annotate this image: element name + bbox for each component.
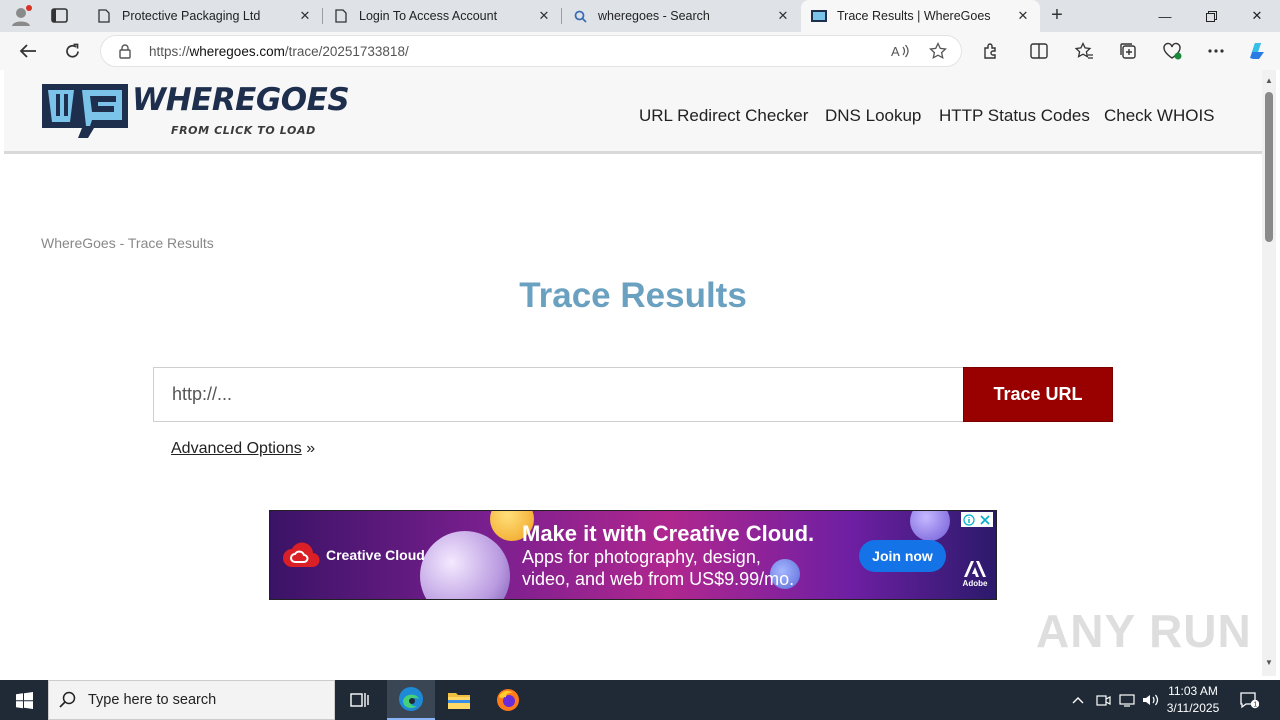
favorites-icon[interactable]	[1073, 40, 1095, 62]
taskbar-search-box[interactable]: Type here to search	[48, 680, 335, 720]
trace-url-input[interactable]: http://...	[153, 367, 964, 422]
back-arrow-icon[interactable]	[17, 40, 39, 62]
close-tab-icon[interactable]: ✕	[776, 9, 790, 23]
svg-text:A: A	[891, 44, 900, 59]
page-viewport: WHEREGOES FROM CLICK TO LOAD URL Redirec…	[4, 70, 1262, 676]
ad-subline-1: Apps for photography, design,	[522, 547, 761, 567]
taskbar-search-placeholder: Type here to search	[88, 692, 217, 708]
tab-strip: Protective Packaging Ltd ✕ Login To Acce…	[0, 0, 1280, 32]
logo-tagline: FROM CLICK TO LOAD	[171, 124, 316, 137]
wheregoes-favicon-icon	[811, 8, 827, 24]
logo-wordmark[interactable]: WHEREGOES	[132, 82, 350, 118]
scroll-down-arrow-icon[interactable]: ▼	[1264, 658, 1274, 668]
ad-close-icon[interactable]	[977, 512, 993, 527]
nav-url-redirect-checker[interactable]: URL Redirect Checker	[639, 106, 808, 126]
url-prefix: https://	[149, 44, 190, 59]
lock-icon[interactable]	[117, 43, 133, 59]
restore-icon[interactable]	[1188, 0, 1234, 32]
notifications-icon[interactable]: 1	[1234, 680, 1264, 720]
close-tab-icon[interactable]: ✕	[298, 9, 312, 23]
url-path: /trace/20251733818/	[284, 44, 409, 59]
windows-start-icon[interactable]	[0, 680, 48, 720]
favorite-star-icon[interactable]	[927, 40, 949, 62]
ad-headline: Make it with Creative Cloud.	[522, 521, 815, 546]
volume-icon[interactable]	[1140, 680, 1162, 720]
ad-subline-2: video, and web from US$9.99/mo.	[522, 569, 795, 589]
browser-toolbar: https://wheregoes.com/trace/20251733818/…	[0, 32, 1280, 70]
ad-info-icon[interactable]	[961, 512, 977, 527]
show-hidden-icons-icon[interactable]	[1068, 680, 1088, 720]
edge-browser-icon[interactable]	[387, 680, 435, 720]
firefox-icon[interactable]	[484, 680, 532, 720]
page-title: Trace Results	[519, 276, 747, 315]
page-icon	[96, 8, 112, 24]
ad-choices[interactable]	[961, 512, 993, 527]
split-screen-icon[interactable]	[1028, 40, 1050, 62]
adobe-label: Adobe	[962, 579, 988, 588]
windows-taskbar: Type here to search 11:03 AM 3/11/2025 1	[0, 680, 1280, 720]
clock-date: 3/11/2025	[1166, 701, 1220, 715]
clock-time: 11:03 AM	[1168, 684, 1218, 698]
ad-join-now-button[interactable]: Join now	[859, 540, 946, 572]
refresh-icon[interactable]	[61, 40, 83, 62]
url-domain: wheregoes.com	[189, 44, 285, 59]
meet-now-icon[interactable]	[1092, 680, 1114, 720]
tab-trace-results[interactable]: Trace Results | WhereGoes ✕	[801, 0, 1040, 32]
url-text[interactable]: https://wheregoes.com/trace/20251733818/	[149, 44, 409, 59]
advanced-options: Advanced Options »	[171, 440, 315, 458]
more-menu-icon[interactable]	[1205, 40, 1227, 62]
tab-search[interactable]: wheregoes - Search ✕	[562, 0, 800, 32]
ad-planet-graphic	[910, 511, 950, 541]
scroll-up-arrow-icon[interactable]: ▲	[1264, 76, 1274, 86]
task-view-icon[interactable]	[336, 680, 384, 720]
page-scrollbar[interactable]: ▲ ▼	[1262, 70, 1276, 676]
creative-cloud-ad-banner[interactable]: Creative Cloud Make it with Creative Clo…	[269, 510, 997, 600]
file-explorer-icon[interactable]	[435, 680, 483, 720]
tab-title: Trace Results | WhereGoes	[837, 9, 991, 23]
close-window-icon[interactable]: ✕	[1234, 0, 1280, 32]
search-icon	[572, 8, 588, 24]
scrollbar-thumb[interactable]	[1265, 92, 1273, 242]
tab-protective-packaging[interactable]: Protective Packaging Ltd ✕	[86, 0, 322, 32]
nav-check-whois[interactable]: Check WHOIS	[1104, 106, 1215, 126]
search-icon	[59, 691, 76, 708]
creative-cloud-logo-icon	[283, 542, 320, 568]
nav-http-status-codes[interactable]: HTTP Status Codes	[939, 106, 1090, 126]
trace-url-button[interactable]: Trace URL	[963, 367, 1113, 422]
tab-actions-icon[interactable]	[50, 7, 70, 25]
advanced-options-link[interactable]: Advanced Options	[171, 440, 302, 457]
advanced-options-chevron: »	[301, 440, 316, 457]
copilot-icon[interactable]	[1246, 40, 1268, 62]
close-tab-icon[interactable]: ✕	[537, 9, 551, 23]
ad-planet-graphic	[420, 531, 510, 599]
nav-dns-lookup[interactable]: DNS Lookup	[825, 106, 921, 126]
tab-login[interactable]: Login To Access Account ✕	[323, 0, 561, 32]
tab-title: Protective Packaging Ltd	[122, 9, 261, 23]
new-tab-icon[interactable]: +	[1047, 5, 1067, 26]
profile-avatar-icon[interactable]	[10, 5, 32, 27]
site-header: WHEREGOES FROM CLICK TO LOAD URL Redirec…	[4, 70, 1262, 154]
adobe-logo-icon: Adobe	[960, 561, 990, 591]
wheregoes-logo-icon[interactable]	[42, 82, 128, 138]
system-clock[interactable]: 11:03 AM 3/11/2025	[1160, 683, 1226, 717]
tab-title: Login To Access Account	[359, 9, 498, 23]
read-aloud-icon[interactable]: A	[889, 40, 911, 62]
address-bar[interactable]: https://wheregoes.com/trace/20251733818/…	[100, 35, 962, 67]
tab-title: wheregoes - Search	[598, 9, 710, 23]
notification-count: 1	[1253, 702, 1257, 709]
extensions-icon[interactable]	[980, 40, 1002, 62]
collections-icon[interactable]	[1117, 40, 1139, 62]
close-tab-icon[interactable]: ✕	[1016, 9, 1030, 23]
breadcrumb: WhereGoes - Trace Results	[41, 235, 214, 251]
ad-brand: Creative Cloud	[326, 547, 425, 563]
network-icon[interactable]	[1116, 680, 1138, 720]
page-icon	[333, 8, 349, 24]
minimize-icon[interactable]: —	[1142, 0, 1188, 32]
browser-essentials-icon[interactable]	[1161, 40, 1183, 62]
anyrun-watermark: ANY RUN	[1036, 605, 1252, 657]
